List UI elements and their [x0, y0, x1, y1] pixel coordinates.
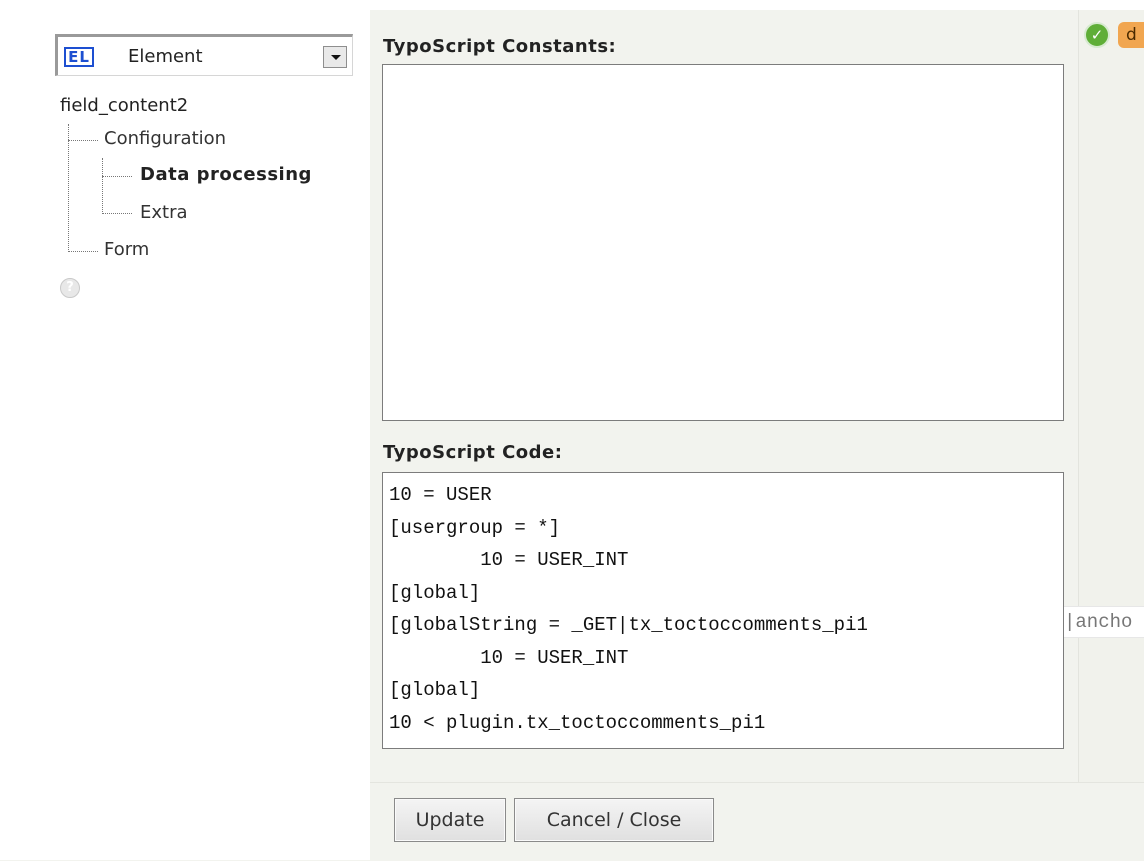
tree-connector — [102, 176, 132, 177]
element-type-icon: EL — [64, 47, 94, 67]
top-strip — [0, 0, 1144, 10]
tree-connector — [102, 213, 132, 214]
code-overflow-text: |ancho — [1064, 606, 1144, 638]
tree-item-data-processing[interactable]: Data processing — [140, 164, 312, 185]
chevron-down-icon[interactable] — [323, 46, 347, 68]
status-column — [1078, 10, 1144, 782]
element-type-select[interactable]: EL Element — [55, 34, 353, 76]
tree-item-configuration[interactable]: Configuration — [104, 128, 226, 149]
status-badge: d — [1118, 22, 1144, 48]
tree-item-form[interactable]: Form — [104, 239, 149, 260]
tree-connector — [68, 140, 98, 141]
help-icon[interactable]: ? — [60, 278, 80, 298]
cancel-close-button[interactable]: Cancel / Close — [514, 798, 714, 842]
tree-connector — [68, 251, 98, 252]
code-label: TypoScript Code: — [383, 442, 563, 463]
checkmark-icon: ✓ — [1084, 22, 1110, 48]
tree-connector — [68, 124, 69, 252]
element-type-label: Element — [128, 46, 203, 67]
code-textarea[interactable]: 10 = USER [usergroup = *] 10 = USER_INT … — [382, 472, 1064, 749]
code-value: 10 = USER [usergroup = *] 10 = USER_INT … — [389, 484, 868, 734]
tree-item-extra[interactable]: Extra — [140, 202, 188, 223]
constants-label: TypoScript Constants: — [383, 36, 617, 57]
tree-connector — [102, 158, 103, 214]
constants-textarea[interactable] — [382, 64, 1064, 421]
update-button[interactable]: Update — [394, 798, 506, 842]
tree-root-field[interactable]: field_content2 — [60, 95, 188, 116]
